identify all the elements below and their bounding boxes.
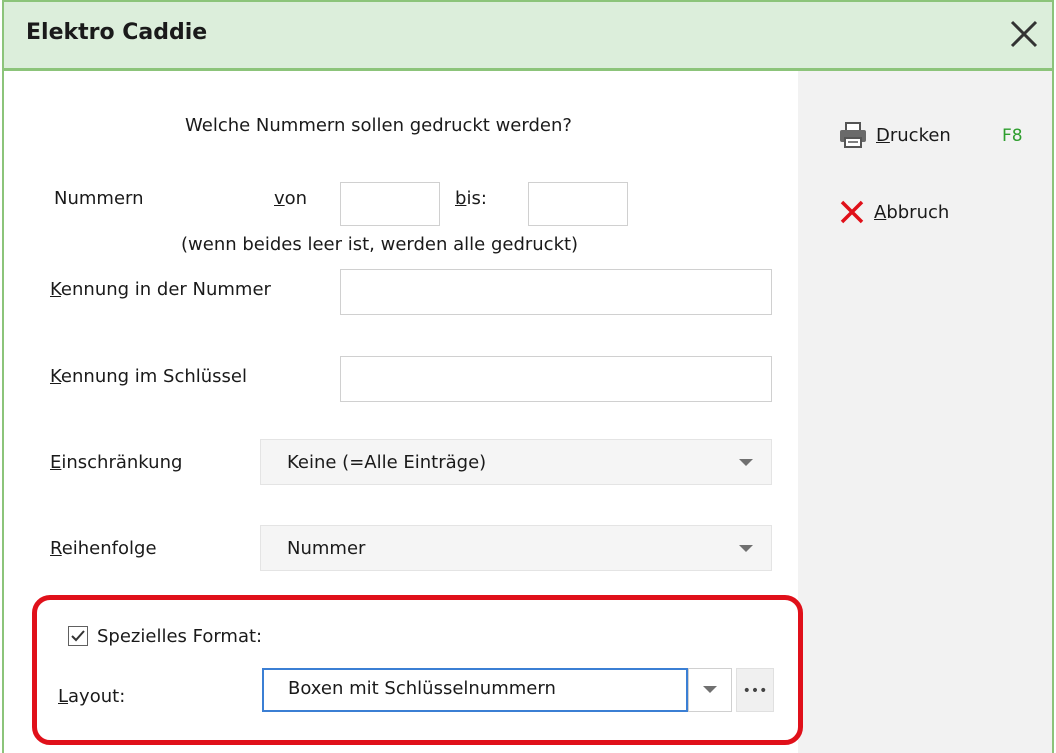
spezielles-format-checkbox[interactable] — [68, 626, 88, 646]
form-heading: Welche Nummern sollen gedruckt werden? — [185, 115, 572, 136]
checkmark-icon — [71, 630, 85, 642]
reihenfolge-value: Nummer — [287, 537, 366, 559]
printer-icon — [840, 122, 866, 148]
einschraenkung-label: Einschränkung — [50, 452, 183, 473]
spezielles-format-label: Spezielles Format: — [97, 626, 263, 647]
drucken-shortcut: F8 — [1002, 126, 1023, 146]
nummern-label: Nummern — [54, 188, 144, 209]
abbruch-label: Abbruch — [874, 201, 950, 223]
bis-label: bis: — [455, 188, 487, 209]
hint-text: (wenn beides leer ist, werden alle gedru… — [181, 234, 579, 255]
abbruch-button[interactable]: Abbruch — [838, 198, 949, 226]
layout-dropdown-button[interactable] — [688, 668, 732, 712]
kennung-schluessel-label: Kennung im Schlüssel — [50, 366, 248, 387]
chevron-down-icon — [739, 459, 753, 466]
einschraenkung-select[interactable]: Keine (=Alle Einträge) — [260, 439, 772, 485]
close-icon — [1010, 20, 1038, 48]
einschraenkung-value: Keine (=Alle Einträge) — [287, 451, 487, 473]
kennung-nummer-input[interactable] — [340, 269, 772, 315]
bis-input[interactable] — [528, 182, 628, 226]
drucken-button[interactable]: Drucken — [838, 121, 951, 149]
cancel-x-icon — [840, 200, 864, 224]
drucken-label: Drucken — [876, 124, 951, 146]
dialog-window: Elektro Caddie Drucken F8 Abbruch Welche — [2, 0, 1054, 753]
reihenfolge-label: Reihenfolge — [50, 538, 157, 559]
layout-select[interactable]: Boxen mit Schlüsselnummern — [262, 668, 688, 712]
kennung-schluessel-input[interactable] — [340, 356, 772, 402]
von-input[interactable] — [340, 182, 440, 226]
close-button[interactable] — [1004, 14, 1044, 54]
chevron-down-icon — [703, 686, 717, 693]
layout-label: Layout: — [58, 686, 126, 707]
title-bar: Elektro Caddie — [4, 2, 1052, 71]
layout-value: Boxen mit Schlüsselnummern — [288, 678, 556, 699]
window-title: Elektro Caddie — [26, 20, 208, 45]
kennung-nummer-label: Kennung in der Nummer — [50, 279, 271, 300]
chevron-down-icon — [739, 545, 753, 552]
layout-more-button[interactable]: ••• — [736, 668, 774, 712]
action-sidebar: Drucken F8 Abbruch — [798, 71, 1052, 753]
von-label: von — [274, 188, 308, 209]
reihenfolge-select[interactable]: Nummer — [260, 525, 772, 571]
